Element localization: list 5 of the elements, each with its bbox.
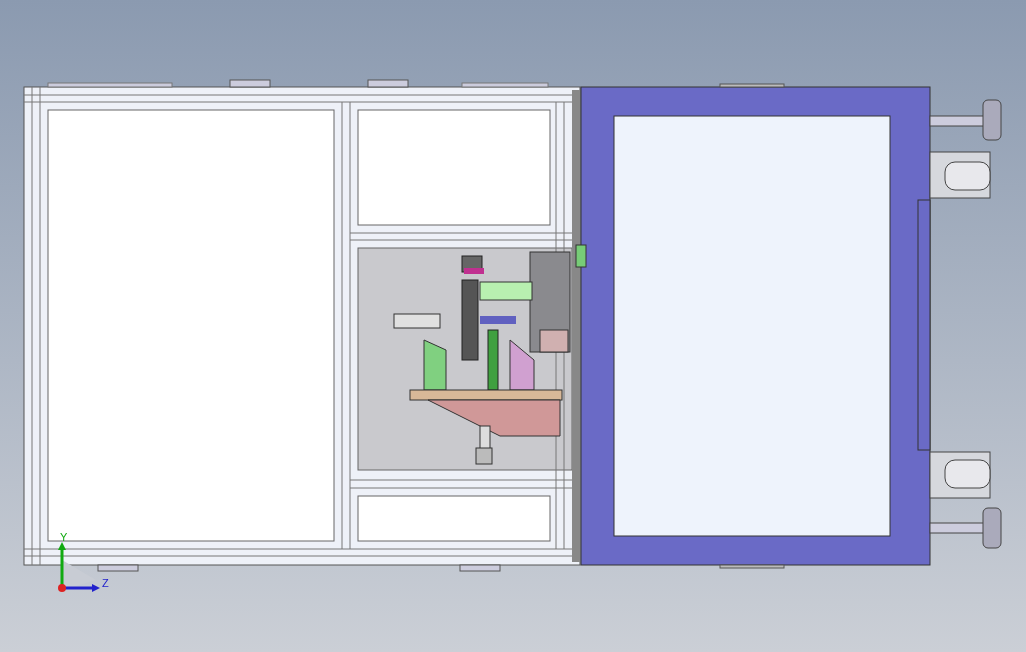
caster-wheel-drawing (929, 451, 991, 499)
axis-label: Z (102, 577, 109, 589)
axis-triad-icon (58, 542, 100, 592)
axis-label: Y (60, 531, 68, 543)
caster-wheel-drawing (929, 151, 991, 199)
